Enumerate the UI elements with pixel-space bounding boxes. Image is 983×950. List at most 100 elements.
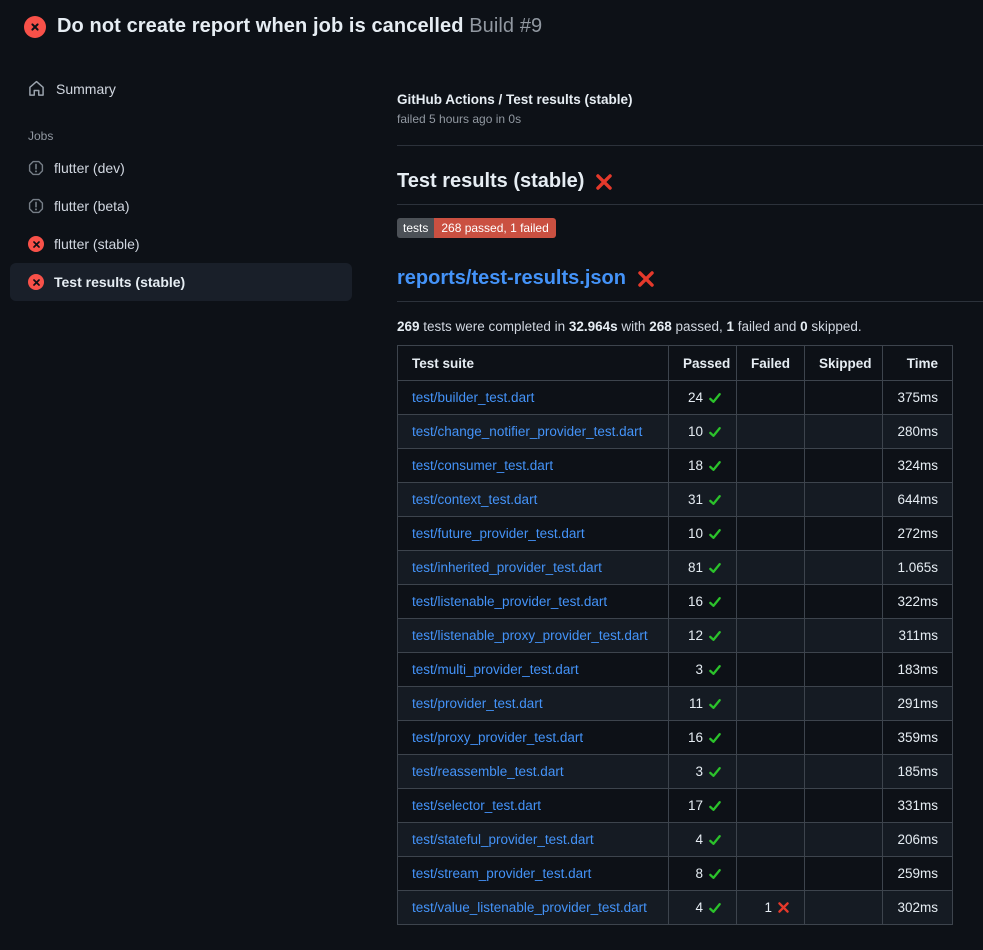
skipped-cell [805, 585, 883, 619]
home-icon [28, 80, 45, 97]
table-header-row: Test suite Passed Failed Skipped Time [398, 346, 953, 381]
check-icon [708, 561, 722, 575]
passed-cell: 11 [669, 687, 737, 721]
failed-count: 1 [727, 319, 735, 334]
failed-cell [737, 551, 805, 585]
x-glyph [29, 21, 41, 33]
time-cell: 1.065s [883, 551, 953, 585]
summary-label: Summary [56, 81, 116, 97]
suite-link[interactable]: test/proxy_provider_test.dart [412, 730, 583, 745]
table-row: test/proxy_provider_test.dart16359ms [398, 721, 953, 755]
failed-cell [737, 415, 805, 449]
time-cell: 259ms [883, 857, 953, 891]
check-icon [708, 629, 722, 643]
failed-cell [737, 483, 805, 517]
total-count: 269 [397, 319, 420, 334]
time-cell: 206ms [883, 823, 953, 857]
failed-cell [737, 755, 805, 789]
passed-cell: 12 [669, 619, 737, 653]
divider [397, 204, 983, 205]
time-cell: 375ms [883, 381, 953, 415]
check-icon [708, 697, 722, 711]
table-row: test/builder_test.dart24375ms [398, 381, 953, 415]
time-cell: 272ms [883, 517, 953, 551]
time-cell: 183ms [883, 653, 953, 687]
failed-icon [28, 236, 44, 252]
suite-link[interactable]: test/builder_test.dart [412, 390, 534, 405]
run-failed-icon [24, 16, 46, 38]
sidebar-job-item[interactable]: Test results (stable) [10, 263, 352, 301]
table-row: test/reassemble_test.dart3185ms [398, 755, 953, 789]
suite-link[interactable]: test/multi_provider_test.dart [412, 662, 579, 677]
test-summary-line: 269 tests were completed in 32.964s with… [397, 319, 983, 334]
page-title: Do not create report when job is cancell… [57, 15, 542, 38]
suite-link[interactable]: test/selector_test.dart [412, 798, 541, 813]
run-status-line: failed 5 hours ago in 0s [397, 112, 983, 126]
failed-cell [737, 653, 805, 687]
summary-text: with [618, 319, 650, 334]
failed-cell [737, 381, 805, 415]
table-row: test/value_listenable_provider_test.dart… [398, 891, 953, 925]
table-body: test/builder_test.dart24375ms test/change… [398, 381, 953, 925]
suite-link[interactable]: test/stream_provider_test.dart [412, 866, 591, 881]
passed-cell: 17 [669, 789, 737, 823]
badge-label: tests [397, 218, 434, 238]
col-time: Time [883, 346, 953, 381]
divider [397, 145, 983, 146]
sidebar-job-item[interactable]: flutter (beta) [10, 187, 352, 225]
check-icon [708, 425, 722, 439]
failed-cell [737, 823, 805, 857]
passed-cell: 81 [669, 551, 737, 585]
cross-icon [777, 901, 790, 914]
suite-link[interactable]: test/change_notifier_provider_test.dart [412, 424, 642, 439]
time-cell: 324ms [883, 449, 953, 483]
cancelled-icon [28, 198, 44, 214]
sidebar-job-item[interactable]: flutter (stable) [10, 225, 352, 263]
suite-link[interactable]: test/inherited_provider_test.dart [412, 560, 602, 575]
col-test-suite: Test suite [398, 346, 669, 381]
check-icon [708, 493, 722, 507]
table-row: test/multi_provider_test.dart3183ms [398, 653, 953, 687]
section-title: Test results (stable) [397, 170, 584, 193]
suite-link[interactable]: test/value_listenable_provider_test.dart [412, 900, 647, 915]
check-icon [708, 765, 722, 779]
sidebar-item-summary[interactable]: Summary [0, 70, 380, 107]
sidebar-job-item[interactable]: flutter (dev) [10, 149, 352, 187]
sidebar: Summary Jobs flutter (dev)flutter (beta)… [0, 70, 380, 301]
skipped-cell [805, 517, 883, 551]
run-header: Do not create report when job is cancell… [0, 0, 983, 38]
failed-cell [737, 721, 805, 755]
failed-cell [737, 687, 805, 721]
passed-cell: 16 [669, 721, 737, 755]
jobs-section-label: Jobs [28, 129, 380, 143]
failed-cell: 1 [737, 891, 805, 925]
skipped-cell [805, 415, 883, 449]
suite-link[interactable]: test/provider_test.dart [412, 696, 543, 711]
table-row: test/stream_provider_test.dart 8 259ms [398, 857, 953, 891]
suite-link[interactable]: test/reassemble_test.dart [412, 764, 564, 779]
passed-cell: 8 [669, 857, 737, 891]
breadcrumb: GitHub Actions / Test results (stable) [397, 92, 983, 107]
run-title-text: Do not create report when job is cancell… [57, 15, 464, 37]
cross-mark-icon [637, 270, 655, 288]
check-icon [708, 595, 722, 609]
suite-link[interactable]: test/consumer_test.dart [412, 458, 553, 473]
time-cell: 280ms [883, 415, 953, 449]
suite-link[interactable]: test/future_provider_test.dart [412, 526, 585, 541]
skipped-cell [805, 653, 883, 687]
skipped-cell [805, 551, 883, 585]
suite-link[interactable]: test/context_test.dart [412, 492, 537, 507]
table-row: test/inherited_provider_test.dart 81 1.065… [398, 551, 953, 585]
report-file-link[interactable]: reports/test-results.json [397, 267, 626, 290]
suite-link[interactable]: test/listenable_proxy_provider_test.dart [412, 628, 648, 643]
test-results-table: Test suite Passed Failed Skipped Time te… [397, 345, 953, 925]
suite-link[interactable]: test/listenable_provider_test.dart [412, 594, 607, 609]
table-row: test/future_provider_test.dart 10 272ms [398, 517, 953, 551]
skipped-cell [805, 891, 883, 925]
suite-link[interactable]: test/stateful_provider_test.dart [412, 832, 594, 847]
passed-cell: 10 [669, 517, 737, 551]
check-icon [708, 867, 722, 881]
failed-cell [737, 449, 805, 483]
check-icon [708, 663, 722, 677]
passed-count: 268 [649, 319, 672, 334]
